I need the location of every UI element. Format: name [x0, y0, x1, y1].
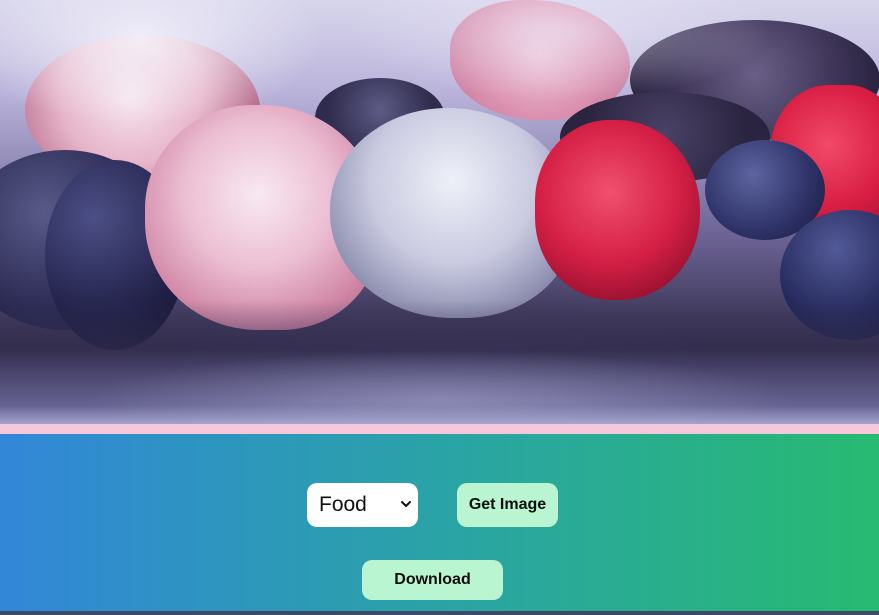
download-button[interactable]: Download [362, 560, 503, 600]
get-image-button[interactable]: Get Image [457, 483, 558, 527]
app-window: Food Get Image Download [0, 0, 879, 615]
bottom-bar [0, 611, 879, 615]
hero-mist-overlay [0, 0, 879, 424]
chevron-down-icon [401, 501, 411, 507]
category-select-value: Food [319, 493, 367, 516]
category-select[interactable]: Food [307, 483, 418, 527]
hero-divider [0, 424, 879, 434]
hero-image [0, 0, 879, 424]
